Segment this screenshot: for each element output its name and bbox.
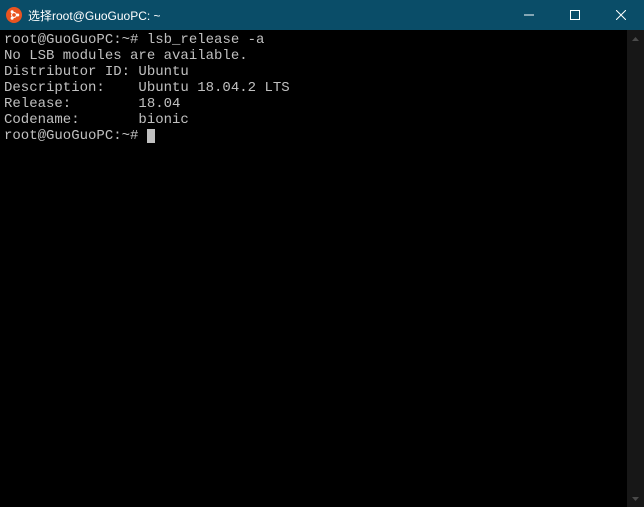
cursor — [147, 129, 155, 143]
output-text: Distributor ID: Ubuntu — [4, 64, 189, 80]
scrollbar-track[interactable] — [627, 47, 644, 490]
command: lsb_release -a — [147, 32, 265, 48]
scrollbar[interactable] — [627, 30, 644, 507]
terminal-line: root@GuoGuoPC:~# lsb_release -a — [0, 32, 644, 48]
terminal-line: No LSB modules are available. — [0, 48, 644, 64]
close-button[interactable] — [598, 0, 644, 30]
output-text: Description: Ubuntu 18.04.2 LTS — [4, 80, 290, 96]
maximize-button[interactable] — [552, 0, 598, 30]
scroll-up-button[interactable] — [627, 30, 644, 47]
output-text: No LSB modules are available. — [4, 48, 248, 64]
output-text: Codename: bionic — [4, 112, 189, 128]
terminal-line: Distributor ID: Ubuntu — [0, 64, 644, 80]
terminal-window: 选择root@GuoGuoPC: ~ root@GuoGuoPC:~# lsb_… — [0, 0, 644, 507]
terminal-area[interactable]: root@GuoGuoPC:~# lsb_release -aNo LSB mo… — [0, 30, 644, 507]
minimize-button[interactable] — [506, 0, 552, 30]
window-controls — [506, 0, 644, 30]
prompt: root@GuoGuoPC:~# — [4, 128, 147, 144]
output-text: Release: 18.04 — [4, 96, 180, 112]
terminal-line: Description: Ubuntu 18.04.2 LTS — [0, 80, 644, 96]
ubuntu-icon — [6, 7, 22, 23]
terminal-line: root@GuoGuoPC:~# — [0, 128, 644, 144]
terminal-line: Codename: bionic — [0, 112, 644, 128]
terminal-line: Release: 18.04 — [0, 96, 644, 112]
prompt: root@GuoGuoPC:~# — [4, 32, 147, 48]
window-title: 选择root@GuoGuoPC: ~ — [28, 7, 506, 24]
titlebar[interactable]: 选择root@GuoGuoPC: ~ — [0, 0, 644, 30]
scroll-down-button[interactable] — [627, 490, 644, 507]
